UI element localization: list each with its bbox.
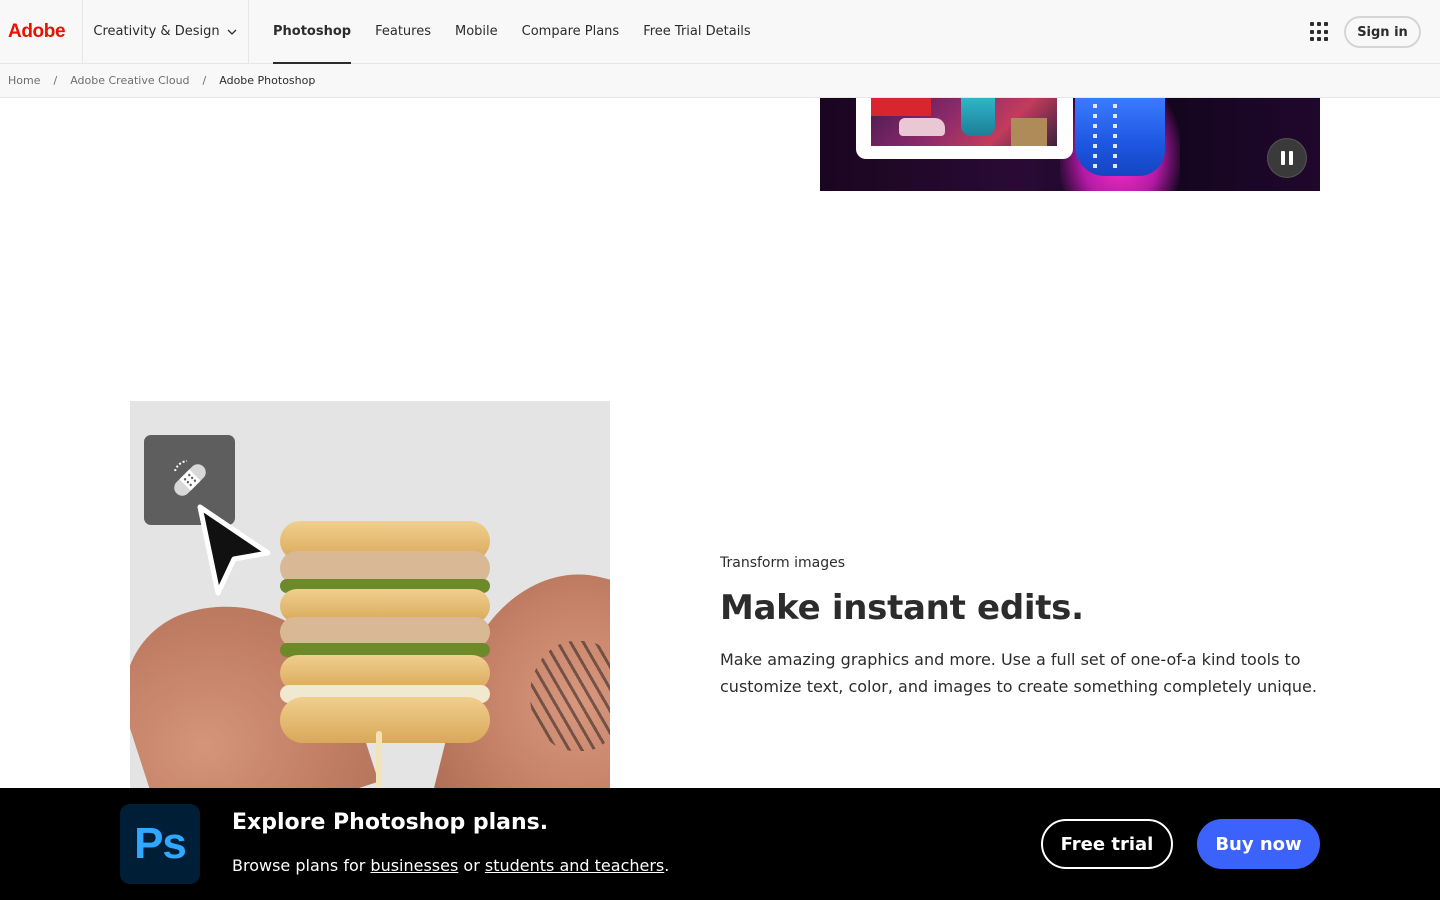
breadcrumb-separator: /	[53, 74, 58, 87]
sandwich	[280, 521, 490, 746]
feature-eyebrow: Transform images	[720, 555, 845, 571]
nav-compare-plans[interactable]: Compare Plans	[510, 0, 632, 64]
video-photo	[871, 98, 1057, 146]
hero-video[interactable]	[820, 98, 1320, 191]
category-label: Creativity & Design	[93, 24, 220, 39]
apps-grid-icon[interactable]	[1310, 22, 1330, 42]
sticky-plans-bar: Ps Explore Photoshop plans. Browse plans…	[0, 788, 1440, 900]
sauce-drip	[376, 731, 382, 788]
sign-in-button[interactable]: Sign in	[1344, 16, 1421, 48]
pause-video-button[interactable]	[1267, 138, 1307, 178]
product-nav: Photoshop Features Mobile Compare Plans …	[261, 0, 763, 64]
sticky-subtitle: Browse plans for businesses or students …	[232, 856, 669, 875]
students-teachers-link[interactable]: students and teachers	[485, 856, 664, 875]
global-nav: Adobe Creativity & Design Photoshop Feat…	[0, 0, 1440, 64]
free-trial-button[interactable]: Free trial	[1041, 819, 1173, 869]
hand-tattoo	[530, 641, 610, 751]
nav-photoshop[interactable]: Photoshop	[261, 0, 363, 64]
breadcrumb-creative-cloud[interactable]: Adobe Creative Cloud	[70, 74, 189, 87]
chevron-down-icon	[227, 29, 237, 35]
sticky-title: Explore Photoshop plans.	[232, 810, 549, 835]
photoshop-logo: Ps	[120, 804, 200, 884]
breadcrumb: Home / Adobe Creative Cloud / Adobe Phot…	[0, 64, 1440, 98]
video-roller-skate	[1075, 98, 1165, 176]
video-photo-card	[856, 98, 1073, 159]
businesses-link[interactable]: businesses	[370, 856, 458, 875]
sticky-sub-mid: or	[458, 856, 485, 875]
cursor-arrow-icon	[197, 504, 271, 596]
adobe-logo[interactable]: Adobe	[0, 0, 83, 64]
nav-mobile[interactable]: Mobile	[443, 0, 510, 64]
sticky-sub-suffix: .	[664, 856, 670, 875]
pause-icon	[1281, 151, 1285, 165]
bandage-healing-icon	[173, 460, 206, 496]
buy-now-button[interactable]: Buy now	[1197, 819, 1320, 869]
breadcrumb-separator: /	[202, 74, 207, 87]
breadcrumb-current: Adobe Photoshop	[219, 74, 316, 87]
breadcrumb-home[interactable]: Home	[8, 74, 40, 87]
feature-copy: Transform images Make instant edits. Mak…	[720, 555, 1320, 700]
nav-features[interactable]: Features	[363, 0, 443, 64]
nav-free-trial-details[interactable]: Free Trial Details	[631, 0, 763, 64]
sticky-sub-prefix: Browse plans for	[232, 856, 371, 875]
feature-body: Make amazing graphics and more. Use a fu…	[720, 650, 1317, 696]
feature-headline: Make instant edits.	[720, 588, 1084, 628]
creativity-design-menu[interactable]: Creativity & Design	[83, 0, 249, 64]
sandwich-image	[130, 401, 610, 788]
